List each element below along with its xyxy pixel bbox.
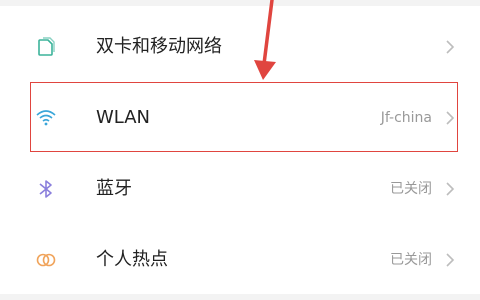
settings-item-label: 双卡和移动网络 [96,36,222,57]
top-divider [0,0,480,6]
settings-screen: 双卡和移动网络 WLAN Jf-china 蓝牙 已关闭 个人热点 已关闭 [0,0,480,300]
chevron-right-icon [442,252,458,268]
highlight-box [30,82,458,152]
settings-item-bluetooth[interactable]: 蓝牙 已关闭 [0,160,480,218]
bluetooth-status: 已关闭 [390,181,432,197]
hotspot-icon [34,248,58,272]
sim-card-icon [34,35,58,59]
settings-item-label: 蓝牙 [96,178,132,199]
settings-item-hotspot[interactable]: 个人热点 已关闭 [0,231,480,289]
settings-item-label: 个人热点 [96,249,168,270]
bluetooth-icon [34,177,58,201]
bottom-divider [0,294,480,300]
settings-item-dual-sim[interactable]: 双卡和移动网络 [0,18,480,76]
chevron-right-icon [442,181,458,197]
chevron-right-icon [442,39,458,55]
hotspot-status: 已关闭 [390,252,432,268]
